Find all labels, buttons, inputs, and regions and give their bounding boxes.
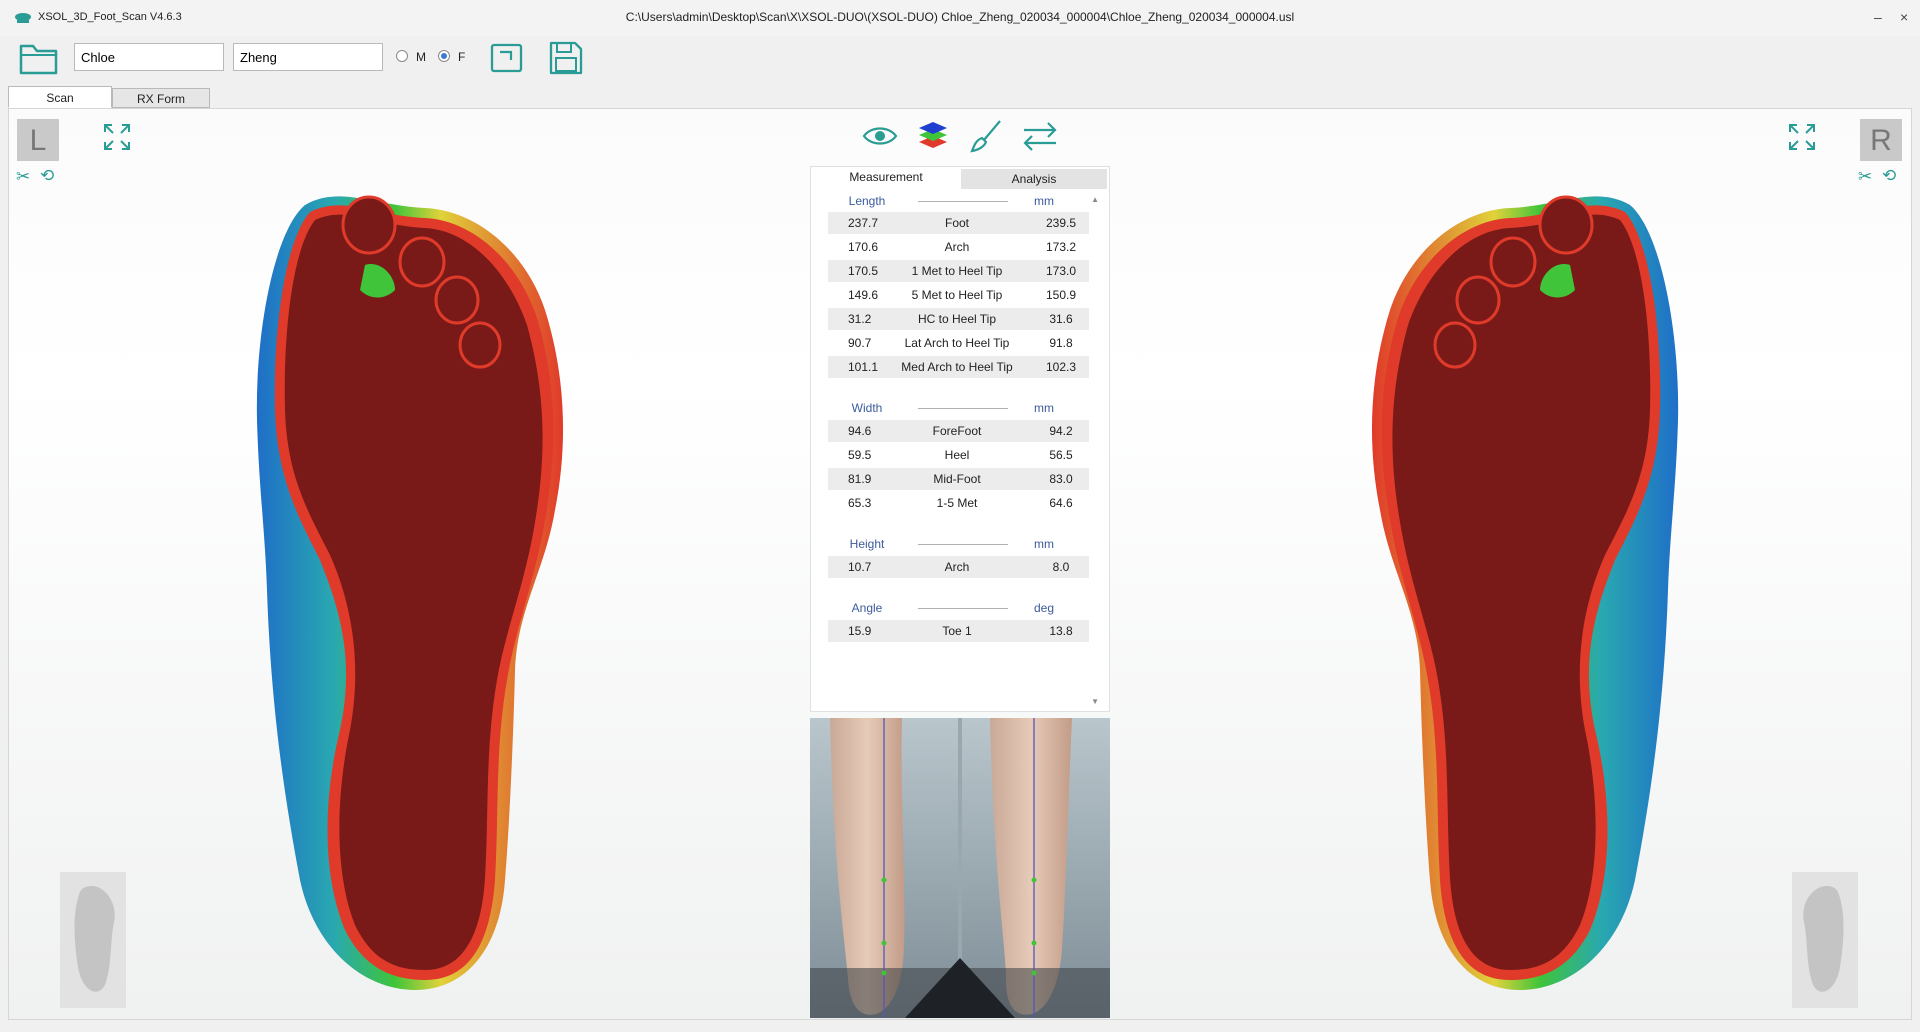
- section-unit-length: mm: [1034, 194, 1054, 208]
- section-divider: [918, 608, 1008, 609]
- rotate-icon[interactable]: ⟲: [1882, 166, 1896, 186]
- measurement-panel: Measurement Analysis ▲ ▼ Length mm 237.7…: [810, 166, 1110, 712]
- scroll-down-arrow[interactable]: ▼: [1091, 697, 1099, 706]
- left-foot-label[interactable]: L: [17, 119, 59, 161]
- measurement-row: 65.3 1-5 Met 64.6: [848, 496, 1073, 510]
- section-unit-width: mm: [1034, 401, 1054, 415]
- leg-alignment-image: [810, 718, 1110, 1018]
- gender-f-radio[interactable]: [438, 50, 450, 62]
- measurement-row: 15.9 Toe 1 13.8: [828, 620, 1089, 642]
- export-icon[interactable]: [490, 42, 524, 74]
- measurement-row: 10.7 Arch 8.0: [828, 556, 1089, 578]
- measurement-row: 81.9 Mid-Foot 83.0: [828, 468, 1089, 490]
- left-foot-heatmap[interactable]: [245, 190, 585, 1000]
- expand-icon[interactable]: [1787, 122, 1817, 152]
- section-unit-angle: deg: [1033, 601, 1055, 615]
- swap-icon[interactable]: [1020, 118, 1060, 154]
- scissors-icon[interactable]: ✂: [16, 167, 30, 187]
- section-title-width: Width: [851, 401, 883, 415]
- foot-thumbnail-icon: [74, 886, 115, 992]
- expand-icon[interactable]: [102, 122, 132, 152]
- tab-scan[interactable]: Scan: [8, 86, 112, 108]
- title-bar: XSOL_3D_Foot_Scan V4.6.3 C:\Users\admin\…: [0, 0, 1920, 36]
- brush-icon[interactable]: [968, 118, 1004, 154]
- last-name-input[interactable]: [233, 43, 383, 71]
- right-foot-label[interactable]: R: [1860, 119, 1902, 161]
- section-divider: [918, 201, 1008, 202]
- gender-m-label: M: [416, 50, 426, 64]
- measurement-row: 101.1 Med Arch to Heel Tip 102.3: [828, 356, 1089, 378]
- tab-rx-form[interactable]: RX Form: [112, 88, 210, 108]
- tab-measurement[interactable]: Measurement: [811, 167, 961, 187]
- layers-icon[interactable]: [916, 118, 950, 154]
- foot-thumbnail-icon: [1803, 886, 1844, 992]
- scissors-icon[interactable]: ✂: [1858, 167, 1872, 187]
- gender-f-label: F: [458, 50, 466, 64]
- rotate-icon[interactable]: ⟲: [40, 166, 54, 186]
- eye-icon[interactable]: [862, 118, 898, 154]
- measurement-row: 90.7 Lat Arch to Heel Tip 91.8: [848, 336, 1073, 350]
- measurement-row: 59.5 Heel 56.5: [848, 448, 1073, 462]
- section-unit-height: mm: [1034, 537, 1054, 551]
- section-title-angle: Angle: [851, 601, 883, 615]
- leg-camera-photo[interactable]: [810, 718, 1110, 1018]
- gender-m-radio[interactable]: [396, 50, 408, 62]
- save-icon[interactable]: [548, 40, 584, 76]
- measurement-row: 237.7 Foot 239.5: [828, 212, 1089, 234]
- left-foot-thumbnail[interactable]: [60, 872, 126, 1008]
- minimize-button[interactable]: –: [1874, 9, 1882, 25]
- measurement-row: 170.6 Arch 173.2: [848, 240, 1077, 254]
- right-foot-heatmap[interactable]: [1350, 190, 1690, 1000]
- section-divider: [918, 544, 1008, 545]
- file-path-title: C:\Users\admin\Desktop\Scan\X\XSOL-DUO\(…: [625, 10, 1295, 24]
- section-divider: [918, 408, 1008, 409]
- measurement-row: 31.2 HC to Heel Tip 31.6: [828, 308, 1089, 330]
- scroll-up-arrow[interactable]: ▲: [1091, 195, 1099, 204]
- section-title-length: Length: [848, 194, 886, 208]
- open-folder-icon[interactable]: [18, 38, 60, 78]
- measurement-row: 94.6 ForeFoot 94.2: [828, 420, 1089, 442]
- close-button[interactable]: ×: [1900, 9, 1908, 25]
- measurement-row: 170.5 1 Met to Heel Tip 173.0: [828, 260, 1089, 282]
- right-foot-thumbnail[interactable]: [1792, 872, 1858, 1008]
- section-title-height: Height: [849, 537, 885, 551]
- first-name-input[interactable]: [74, 43, 224, 71]
- measurement-row: 149.6 5 Met to Heel Tip 150.9: [848, 288, 1077, 302]
- tab-analysis[interactable]: Analysis: [961, 169, 1107, 189]
